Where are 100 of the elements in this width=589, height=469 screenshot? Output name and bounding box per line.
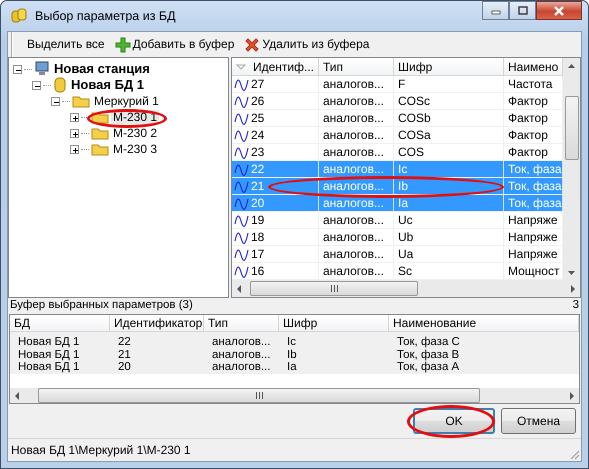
database-icon xyxy=(11,8,27,24)
table-cell: аналогов... xyxy=(323,110,384,126)
tree-item[interactable]: М-230 3 xyxy=(111,142,160,156)
collapse-icon[interactable] xyxy=(51,96,60,106)
maximize-icon xyxy=(518,6,528,15)
plus-icon xyxy=(72,130,79,138)
table-cell-text: аналогов... xyxy=(211,348,272,362)
expand-icon[interactable] xyxy=(70,128,79,138)
tree-item[interactable]: М-230 2 xyxy=(111,126,160,140)
resize-grip-icon xyxy=(568,448,580,460)
grid-row[interactable]: 17 аналогов... Ua Напряже xyxy=(232,246,563,263)
column-header[interactable]: Идентификатор xyxy=(110,315,204,332)
table-cell: аналогов... xyxy=(323,178,384,194)
table-cell: аналогов... xyxy=(323,230,384,244)
table-cell: 22 xyxy=(251,162,264,176)
table-cell: 20 xyxy=(251,196,264,210)
plus-icon xyxy=(114,36,131,52)
window-title: Выбор параметра из БД xyxy=(35,8,176,24)
table-cell: Ток, фаза xyxy=(508,178,562,194)
table-cell: аналогов... xyxy=(323,128,384,142)
column-header[interactable]: Идентиф... xyxy=(232,58,319,76)
grid-row[interactable]: 25 аналогов... COSb Фактор xyxy=(232,110,563,127)
table-cell: Uc xyxy=(398,212,413,228)
collapse-icon[interactable] xyxy=(13,64,22,74)
table-cell-text: аналогов... xyxy=(211,361,272,375)
table-cell: 21 xyxy=(251,178,264,194)
table-cell-text: 22 xyxy=(117,336,132,350)
scroll-thumb[interactable] xyxy=(38,388,480,403)
expand-icon[interactable] xyxy=(70,144,79,154)
folder-icon xyxy=(91,126,109,140)
expand-icon[interactable] xyxy=(70,112,79,122)
table-cell-text: 20 xyxy=(117,361,132,375)
table-cell: аналогов... xyxy=(323,162,384,176)
horizontal-scrollbar[interactable] xyxy=(232,280,580,297)
grid-row[interactable]: 24 аналогов... COSa Фактор xyxy=(232,127,563,144)
table-cell: 26 xyxy=(251,94,264,108)
table-cell: Фактор xyxy=(508,94,548,108)
vertical-scrollbar[interactable] xyxy=(563,58,580,280)
table-cell: Мощност xyxy=(508,264,560,278)
table-cell: Ток, фаза xyxy=(508,162,562,176)
grid-row[interactable]: 19 аналогов... Uc Напряже xyxy=(232,212,563,229)
wave-icon xyxy=(234,264,249,278)
table-cell: Фактор xyxy=(508,144,548,160)
table-cell-text: 21 xyxy=(117,348,132,362)
table-cell: Напряже xyxy=(508,246,558,262)
table-cell: Sc xyxy=(398,264,412,278)
table-cell: Ток, фаза xyxy=(508,196,562,210)
table-cell-text: Ток, фаза B xyxy=(396,348,460,362)
table-cell: аналогов... xyxy=(323,144,384,160)
table-cell: Частота xyxy=(508,76,552,92)
wave-icon xyxy=(234,180,249,192)
grid-row[interactable]: 26 аналогов... COSc Фактор xyxy=(232,93,563,110)
table-cell-text: Новая БД 1 xyxy=(17,361,80,375)
table-cell-text: Ток, фаза C xyxy=(396,336,461,350)
column-header[interactable]: Тип xyxy=(204,315,279,332)
collapse-icon[interactable] xyxy=(32,80,41,90)
table-cell: Фактор xyxy=(508,128,548,142)
column-header[interactable]: БД xyxy=(10,315,110,332)
table-cell: аналогов... xyxy=(323,94,384,108)
tree-item[interactable]: Меркурий 1 xyxy=(92,94,161,108)
table-cell: COS xyxy=(398,144,424,160)
horizontal-scrollbar[interactable] xyxy=(10,388,579,403)
wave-icon xyxy=(234,214,249,226)
minimize-button[interactable] xyxy=(482,1,509,20)
maximize-button[interactable] xyxy=(509,1,536,20)
tree-item[interactable]: Новая БД 1 xyxy=(69,77,146,93)
sort-icon xyxy=(236,64,246,70)
table-cell: Ib xyxy=(398,178,408,194)
toolbar-button[interactable]: Удалить из буфера xyxy=(242,36,372,52)
ok-button[interactable]: OK xyxy=(413,408,495,434)
table-cell-text: Ib xyxy=(286,348,298,362)
column-header[interactable]: Шифр xyxy=(279,315,389,332)
wave-icon xyxy=(234,230,249,244)
close-button[interactable] xyxy=(536,1,582,20)
plus-icon xyxy=(72,146,79,154)
grid-row[interactable]: 18 аналогов... Ub Напряже xyxy=(232,229,563,246)
status-text: Новая БД 1\Меркурий 1\М-230 1 xyxy=(11,442,191,458)
grid-row[interactable]: 27 аналогов... F Частота xyxy=(232,76,563,93)
database-icon xyxy=(53,77,67,93)
scroll-thumb[interactable] xyxy=(250,281,418,296)
table-cell: Ic xyxy=(398,162,408,176)
table-cell: 18 xyxy=(251,230,264,244)
table-cell-text: Ic xyxy=(286,336,297,350)
tree-item[interactable]: Новая станция xyxy=(52,61,152,77)
toolbar-button[interactable]: Выделить все xyxy=(25,37,107,52)
column-header[interactable]: Шифр xyxy=(394,58,504,76)
scroll-thumb[interactable] xyxy=(564,96,578,160)
cancel-button[interactable]: Отмена xyxy=(501,408,576,434)
close-icon xyxy=(553,6,565,16)
table-cell: 25 xyxy=(251,110,264,126)
table-cell: COSb xyxy=(398,110,431,126)
column-header[interactable]: Тип xyxy=(319,58,394,76)
table-cell: аналогов... xyxy=(323,196,384,210)
toolbar-button[interactable]: Добавить в буфер xyxy=(112,36,236,52)
column-header[interactable]: Наименование xyxy=(389,315,579,332)
wave-icon xyxy=(234,162,249,176)
folder-icon xyxy=(72,94,90,108)
computer-icon xyxy=(34,61,50,77)
grip-icon xyxy=(254,392,264,399)
wave-icon xyxy=(234,146,249,158)
